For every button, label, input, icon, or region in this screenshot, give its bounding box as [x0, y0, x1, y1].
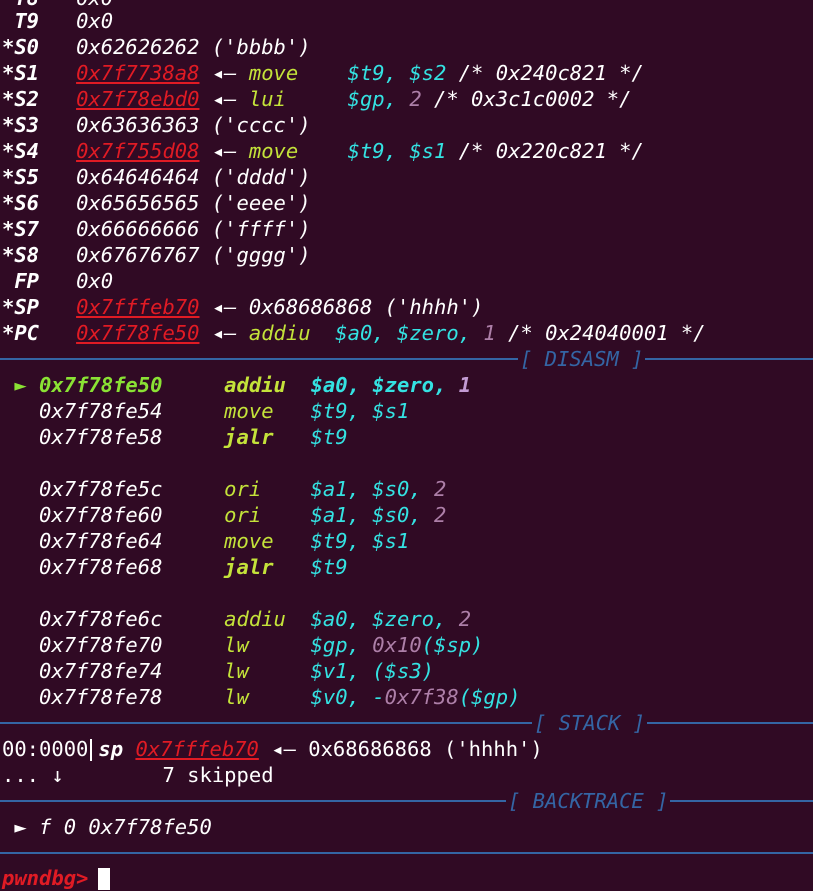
register-row-s8: *S8 0x67676767 ('gggg')	[2, 243, 311, 267]
register-row-t9: T9 0x0	[14, 9, 114, 33]
register-row-s6: *S6 0x65656565 ('eeee')	[2, 191, 311, 215]
frame-marker: ►	[14, 815, 27, 839]
register-row-pc: *PC 0x7f78fe50 ◂— addiu $a0, $zero, 1 /*…	[2, 321, 706, 345]
register-row-s2: *S2 0x7f78ebd0 ◂— lui $gp, 2 /* 0x3c1c00…	[2, 87, 632, 111]
register-row-s1: *S1 0x7f7738a8 ◂— move $t9, $s2 /* 0x240…	[2, 61, 644, 85]
disasm-row[interactable]: 0x7f78fe78 lw $v0, -0x7f38($gp)	[2, 684, 520, 710]
disasm-title: [ DISASM ]	[518, 346, 646, 372]
disasm-row[interactable]: 0x7f78fe74 lw $v1, ($s3)	[2, 658, 434, 684]
backtrace-frame[interactable]: ► f 0 0x7f78fe50	[2, 814, 211, 840]
current-instruction-marker: ►	[14, 373, 27, 397]
register-row-s4: *S4 0x7f755d08 ◂— move $t9, $s1 /* 0x220…	[2, 139, 644, 163]
disasm-row[interactable]: 0x7f78fe58 jalr $t9	[2, 424, 348, 450]
backtrace-separator: [ BACKTRACE ]	[0, 788, 813, 814]
disasm-row[interactable]: 0x7f78fe70 lw $gp, 0x10($sp)	[2, 632, 483, 658]
register-row-fp: FP 0x0	[14, 269, 114, 293]
register-row-s0: *S0 0x62626262 ('bbbb')	[2, 35, 311, 59]
stack-divider	[90, 739, 93, 761]
stack-separator: [ STACK ]	[0, 710, 813, 736]
command-prompt[interactable]: pwndbg>	[2, 865, 111, 891]
disasm-row-current[interactable]: ► 0x7f78fe50 addiu $a0, $zero, 1	[2, 372, 471, 398]
stack-skipped-row: ... ↓ 7 skipped	[2, 763, 274, 787]
stack-row[interactable]: 00:0000 sp 0x7fffeb70 ◂— 0x68686868 ('hhh…	[2, 736, 543, 762]
register-row-s5: *S5 0x64646464 ('dddd')	[2, 165, 311, 189]
disasm-row[interactable]: 0x7f78fe64 move $t9, $s1	[2, 528, 409, 554]
disasm-row[interactable]: 0x7f78fe54 move $t9, $s1	[2, 398, 409, 424]
address-link[interactable]: 0x7f7738a8	[76, 61, 199, 85]
register-row-s7: *S7 0x66666666 ('ffff')	[2, 217, 311, 241]
text-cursor	[98, 868, 111, 890]
address-link[interactable]: 0x7f755d08	[76, 139, 199, 163]
address-link[interactable]: 0x7f78fe50	[76, 321, 199, 345]
register-row-sp: *SP 0x7fffeb70 ◂— 0x68686868 ('hhhh')	[2, 295, 484, 319]
address-link[interactable]: 0x7f78ebd0	[76, 87, 199, 111]
bottom-divider	[0, 852, 813, 854]
disasm-row[interactable]: 0x7f78fe60 ori $a1, $s0, 2	[2, 502, 446, 528]
disasm-row[interactable]: 0x7f78fe68 jalr $t9	[2, 554, 348, 580]
register-row-s3: *S3 0x63636363 ('cccc')	[2, 113, 311, 137]
disasm-row[interactable]: 0x7f78fe5c ori $a1, $s0, 2	[2, 476, 446, 502]
address-link[interactable]: 0x7fffeb70	[76, 295, 199, 319]
disasm-separator: [ DISASM ]	[0, 346, 813, 372]
disasm-row[interactable]: 0x7f78fe6c addiu $a0, $zero, 2	[2, 606, 471, 632]
address-link[interactable]: 0x7fffeb70	[135, 737, 258, 761]
backtrace-title: [ BACKTRACE ]	[506, 788, 671, 814]
stack-title: [ STACK ]	[532, 710, 648, 736]
prompt-label: pwndbg>	[2, 866, 89, 890]
terminal-window: T8 0x0 T9 0x0 *S0 0x62626262 ('bbbb') *S…	[0, 0, 813, 891]
